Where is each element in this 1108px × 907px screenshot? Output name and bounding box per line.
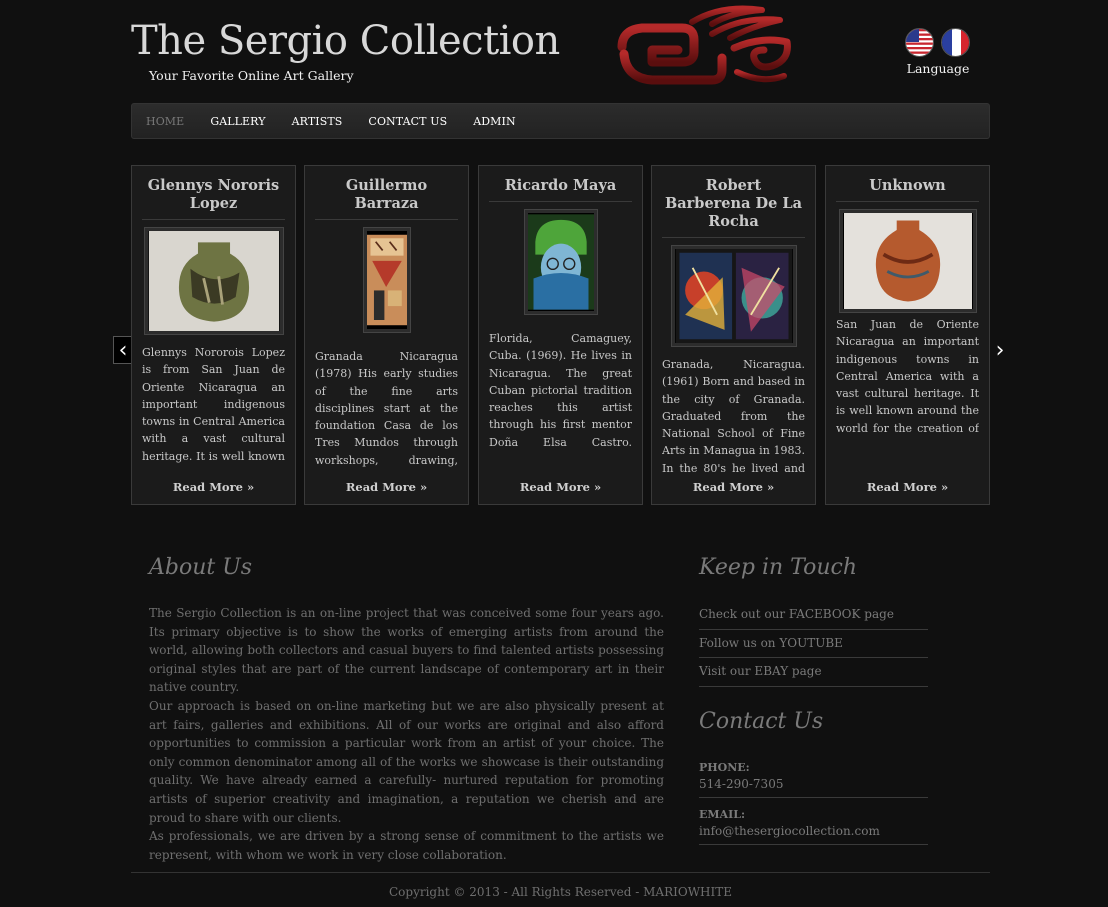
artist-bio: San Juan de Oriente Nicaragua an importa… (836, 318, 979, 435)
phone-value: 514-290-7305 (699, 777, 928, 798)
nav-artists[interactable]: ARTISTS (292, 115, 343, 128)
read-more-link[interactable]: Read More » (826, 480, 989, 494)
language-label: Language (906, 61, 970, 76)
youtube-link[interactable]: Follow us on YOUTUBE (699, 630, 928, 658)
chevron-left-icon: ‹ (118, 337, 128, 363)
read-more-link[interactable]: Read More » (479, 480, 642, 494)
keep-in-touch-heading: Keep in Touch (699, 555, 858, 580)
artwork-image[interactable] (670, 245, 797, 347)
carousel-next-button[interactable]: › (990, 336, 1010, 364)
read-more-link[interactable]: Read More » (132, 480, 295, 494)
artist-name[interactable]: Robert Barberena De La Rocha (662, 177, 805, 238)
artist-bio: Granada Nicaragua (1978) His early studi… (315, 350, 458, 467)
nav-gallery[interactable]: GALLERY (210, 115, 265, 128)
artist-card: Unknown San Juan de Oriente Nicaragua an… (825, 165, 990, 505)
artist-name[interactable]: Glennys Nororis Lopez (142, 177, 285, 220)
artist-card: Robert Barberena De La Rocha Granada, Ni… (651, 165, 816, 505)
us-flag-icon[interactable] (905, 28, 934, 57)
artist-name[interactable]: Ricardo Maya (489, 177, 632, 202)
about-paragraph: The Sergio Collection is an on-line proj… (149, 606, 664, 695)
ebay-link[interactable]: Visit our EBAY page (699, 658, 928, 687)
nav-home[interactable]: HOME (146, 115, 184, 128)
artwork-image[interactable] (143, 227, 284, 335)
site-title[interactable]: The Sergio Collection (131, 18, 560, 64)
france-flag-icon[interactable] (941, 28, 970, 57)
carousel-prev-button[interactable]: ‹ (113, 336, 133, 364)
artist-card: Glennys Nororis Lopez Glennys Nororois L… (131, 165, 296, 505)
read-more-link[interactable]: Read More » (305, 480, 468, 494)
artist-card: Ricardo Maya Florida, Camaguey, Cuba. (1… (478, 165, 643, 505)
artist-card: Guillermo Barraza Granada Nicaragua (197… (304, 165, 469, 505)
artist-bio: Granada, Nicaragua. (1961) Born and base… (662, 358, 805, 475)
nav-contact-us[interactable]: CONTACT US (368, 115, 447, 128)
artwork-image[interactable] (362, 227, 411, 333)
artist-bio: Florida, Camaguey, Cuba. (1969). He live… (489, 332, 632, 449)
artwork-image[interactable] (523, 209, 598, 315)
phone-label: PHONE: (699, 761, 750, 774)
phone-block: PHONE: 514-290-7305 (699, 761, 928, 798)
site-tagline: Your Favorite Online Art Gallery (149, 68, 354, 83)
about-paragraph: Our approach is based on on-line marketi… (149, 698, 664, 825)
about-text: The Sergio Collection is an on-line proj… (149, 604, 664, 864)
social-links: Check out our FACEBOOK page Follow us on… (699, 601, 928, 687)
email-value[interactable]: info@thesergiocollection.com (699, 824, 928, 845)
email-label: EMAIL: (699, 808, 746, 821)
artwork-image[interactable] (838, 209, 977, 313)
footer-divider (131, 872, 990, 873)
main-nav: HOME GALLERY ARTISTS CONTACT US ADMIN (131, 103, 990, 139)
language-flags (905, 28, 971, 58)
logo-icon[interactable] (612, 2, 797, 90)
facebook-link[interactable]: Check out our FACEBOOK page (699, 601, 928, 630)
footer-copyright: Copyright © 2013 - All Rights Reserved -… (388, 885, 732, 899)
contact-heading: Contact Us (699, 709, 824, 734)
artist-name[interactable]: Guillermo Barraza (315, 177, 458, 220)
artist-name[interactable]: Unknown (836, 177, 979, 202)
email-block: EMAIL: info@thesergiocollection.com (699, 808, 928, 845)
nav-admin[interactable]: ADMIN (473, 115, 516, 128)
artist-bio: Glennys Nororois Lopez is from San Juan … (142, 346, 285, 463)
read-more-link[interactable]: Read More » (652, 480, 815, 494)
about-heading: About Us (149, 555, 253, 580)
about-paragraph: As professionals, we are driven by a str… (149, 829, 664, 862)
chevron-right-icon: › (995, 337, 1005, 363)
